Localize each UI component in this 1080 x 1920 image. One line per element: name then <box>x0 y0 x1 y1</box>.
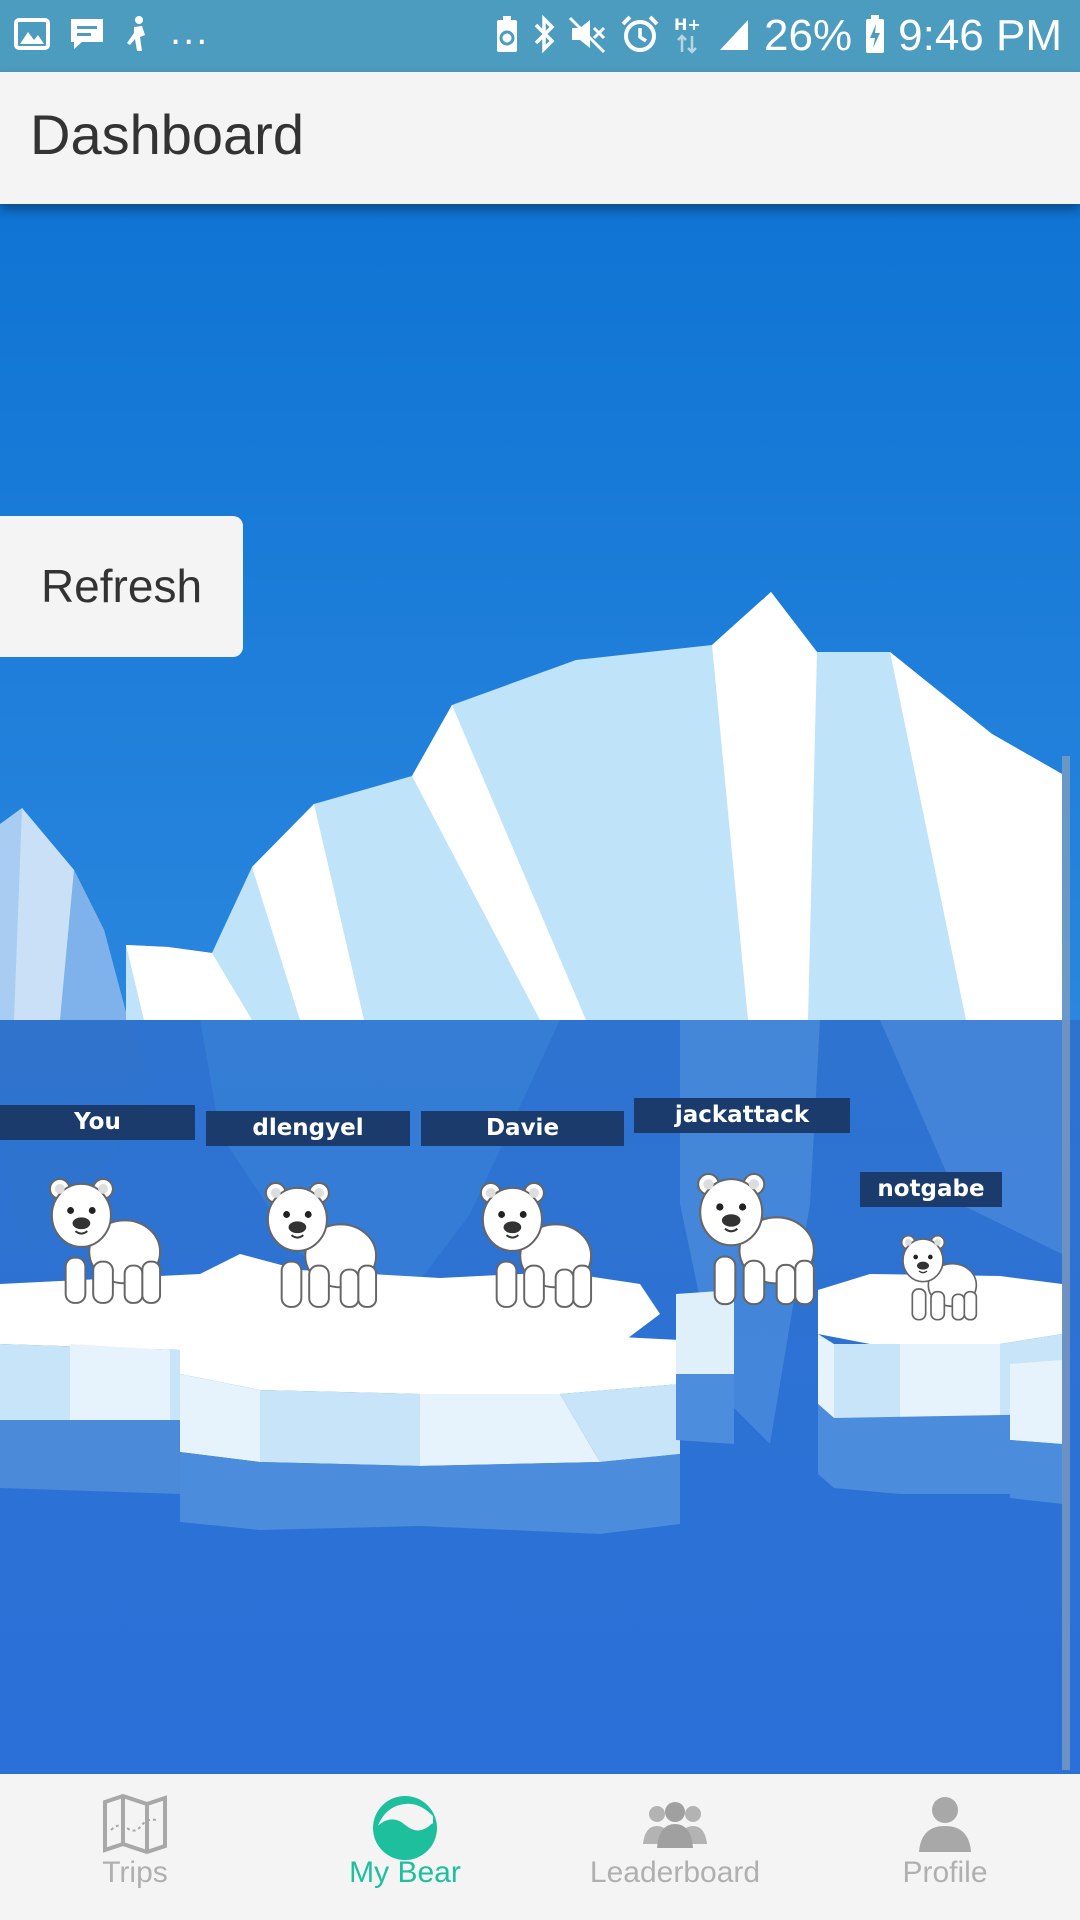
bear-scene: Refresh You dlengyel Davie jackattack no… <box>0 204 1080 1774</box>
bottom-nav: Trips My Bear Leaderboard Profile <box>0 1774 1080 1920</box>
page-title: Dashboard <box>30 103 304 166</box>
map-icon <box>103 1794 167 1854</box>
nav-item-my-bear[interactable]: My Bear <box>270 1774 540 1920</box>
app-bar: Dashboard <box>0 72 1080 204</box>
bear-name-tag-you: You <box>0 1105 195 1140</box>
image-icon <box>14 17 50 55</box>
group-icon <box>643 1802 707 1848</box>
alarm-icon <box>620 14 660 59</box>
system-icons: H+ 26% 9:46 PM <box>494 10 1062 62</box>
network-type-icon: H+ <box>672 14 704 59</box>
nav-item-leaderboard[interactable]: Leaderboard <box>540 1774 810 1920</box>
bear-name-tag-jackattack: jackattack <box>634 1098 850 1133</box>
bear-name-tag-davie: Davie <box>421 1111 624 1146</box>
nav-label-my-bear: My Bear <box>349 1856 461 1889</box>
battery-charging-icon <box>864 14 886 59</box>
polar-bear-dlengyel[interactable] <box>262 1174 380 1314</box>
status-bar: ... H+ 26% 9:46 PM <box>0 0 1080 72</box>
message-icon <box>68 16 106 57</box>
bear-wave-icon <box>373 1796 437 1860</box>
notification-icons: ... <box>14 9 209 58</box>
signal-icon <box>716 16 752 57</box>
polar-bear-jackattack[interactable] <box>694 1164 818 1312</box>
svg-text:H+: H+ <box>674 15 701 34</box>
mute-icon <box>568 14 608 59</box>
nav-item-profile[interactable]: Profile <box>810 1774 1080 1920</box>
polar-bear-davie[interactable] <box>477 1174 595 1314</box>
battery-percent: 26% <box>764 11 853 60</box>
refresh-button[interactable]: Refresh <box>0 516 243 657</box>
nav-label-trips: Trips <box>102 1856 168 1889</box>
nav-item-trips[interactable]: Trips <box>0 1774 270 1920</box>
nav-label-profile: Profile <box>902 1856 988 1889</box>
polar-bear-notgabe[interactable] <box>899 1230 979 1324</box>
person-icon <box>919 1797 971 1852</box>
bear-name-tag-notgabe: notgabe <box>860 1172 1002 1207</box>
overflow-indicator: ... <box>170 8 210 53</box>
walking-icon <box>124 15 152 58</box>
scrollbar[interactable] <box>1062 756 1070 1770</box>
bear-name-tag-dlengyel: dlengyel <box>206 1111 410 1146</box>
polar-bear-you[interactable] <box>46 1170 164 1310</box>
clock: 9:46 PM <box>898 11 1062 60</box>
nav-label-leaderboard: Leaderboard <box>589 1856 761 1889</box>
bluetooth-icon <box>532 14 556 59</box>
arctic-background <box>0 204 1080 1774</box>
battery-saver-icon <box>494 14 520 59</box>
